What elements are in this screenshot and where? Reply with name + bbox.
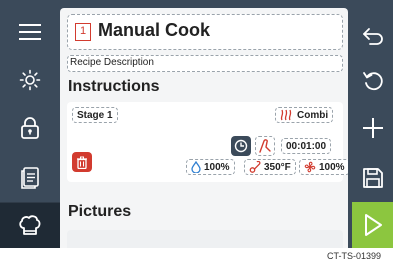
- recipe-description-field[interactable]: Recipe Description: [67, 55, 343, 72]
- add-stage-button[interactable]: [352, 106, 393, 150]
- brightness-button[interactable]: [0, 58, 60, 102]
- delete-stage-button[interactable]: [72, 152, 92, 172]
- clock-icon: [234, 139, 248, 153]
- instructions-heading: Instructions: [68, 78, 160, 95]
- temperature-field[interactable]: 350°F: [244, 159, 296, 175]
- screen-code-label: CT-TS-01399: [327, 251, 382, 261]
- cook-mode-selector[interactable]: Combi: [275, 107, 334, 123]
- probe-icon: [259, 139, 271, 153]
- undo-icon: [362, 72, 383, 91]
- probe-button[interactable]: [255, 136, 275, 156]
- add-icon: [362, 118, 383, 138]
- left-sidebar: [0, 0, 60, 248]
- duration-field[interactable]: 00:01:00: [281, 138, 332, 154]
- menu-icon: [19, 24, 41, 40]
- stage-label-text: Stage 1: [77, 109, 113, 121]
- back-icon: [362, 28, 383, 45]
- humidity-icon: [191, 161, 201, 173]
- fan-speed-field[interactable]: 100%: [299, 159, 348, 175]
- temperature-text: 350°F: [264, 161, 291, 173]
- recipe-title-field[interactable]: 1 Manual Cook: [67, 14, 343, 50]
- brightness-icon: [19, 69, 41, 91]
- recipe-book-button[interactable]: [0, 156, 60, 200]
- save-icon: [362, 168, 383, 188]
- duration-text: 00:01:00: [286, 140, 327, 152]
- menu-button[interactable]: [0, 10, 60, 54]
- thermometer-icon: [249, 161, 261, 173]
- pictures-heading: Pictures: [68, 203, 132, 220]
- recipe-book-icon: [21, 167, 39, 189]
- save-button[interactable]: [352, 156, 393, 200]
- stage-label[interactable]: Stage 1: [72, 107, 118, 123]
- lock-icon: [21, 117, 39, 139]
- undo-button[interactable]: [352, 58, 393, 102]
- recipe-editor-panel: 1 Manual Cook Recipe Description Instruc…: [60, 8, 348, 248]
- cook-mode-text: Combi: [297, 109, 329, 121]
- pictures-area[interactable]: [67, 230, 343, 248]
- stage-card: Stage 1 Combi 00:01:00 100% 350°F 100%: [67, 102, 348, 182]
- fan-speed-text: 100%: [319, 161, 345, 173]
- back-button[interactable]: [352, 14, 393, 58]
- right-sidebar: [352, 0, 393, 248]
- humidity-text: 100%: [204, 161, 230, 173]
- start-icon: [364, 214, 382, 236]
- combi-mode-icon: [280, 109, 292, 121]
- humidity-field[interactable]: 100%: [186, 159, 235, 175]
- recipes-nav-button[interactable]: [0, 202, 60, 248]
- fan-icon: [304, 161, 316, 173]
- chef-hat-icon: [19, 214, 41, 235]
- timer-button[interactable]: [231, 136, 251, 156]
- recipe-title: Manual Cook: [98, 20, 211, 40]
- recipe-description: Recipe Description: [70, 57, 154, 68]
- lock-button[interactable]: [0, 106, 60, 150]
- start-button[interactable]: [352, 202, 393, 248]
- recipe-number-badge: 1: [75, 23, 91, 41]
- app-frame: 1 Manual Cook Recipe Description Instruc…: [0, 0, 393, 248]
- trash-icon: [77, 156, 87, 169]
